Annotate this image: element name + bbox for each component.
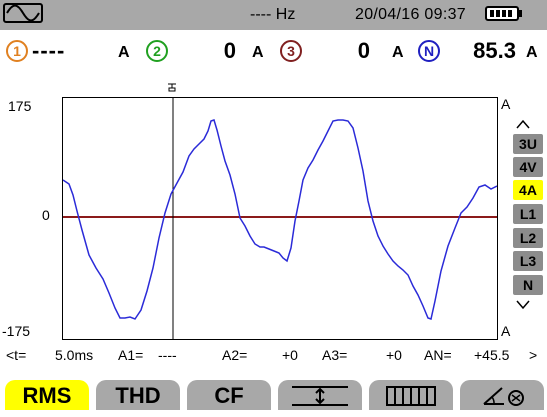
channel-3-value: 0 — [357, 38, 370, 63]
phase-angle-button[interactable] — [460, 380, 544, 410]
selector-l1[interactable]: L1 — [513, 204, 543, 224]
battery-tip — [519, 10, 522, 17]
waveform-plot[interactable] — [62, 97, 498, 340]
channel-2-unit: A — [252, 44, 264, 61]
readout-an-label: AN= — [424, 347, 452, 363]
readout-a3-value: +0 — [386, 347, 402, 363]
phase-angle-icon — [483, 387, 524, 406]
table-view-button[interactable] — [369, 380, 453, 410]
function-keys: RMS THD CF — [0, 378, 547, 412]
selector-n[interactable]: N — [513, 275, 543, 295]
selector-3u[interactable]: 3U — [513, 134, 543, 154]
cursor-readout: <t= 5.0ms A1= ---- A2= +0 A3= +0 AN= +45… — [0, 345, 547, 365]
selector-4a[interactable]: 4A — [513, 180, 543, 200]
date-time: 20/04/16 09:37 — [355, 6, 466, 23]
selector-up-icon[interactable] — [516, 116, 530, 132]
channel-n-value: 85.3 — [473, 38, 516, 63]
channel-3-icon: 3 — [280, 40, 302, 62]
channel-2-value: 0 — [223, 38, 236, 63]
waveform-mode-icon[interactable] — [3, 3, 43, 23]
channel-1-unit: A — [118, 44, 130, 61]
cf-button[interactable]: CF — [187, 380, 271, 410]
cursor-marker-icon[interactable] — [166, 82, 178, 97]
y-axis-min: -175 — [2, 323, 31, 339]
table-view-icon — [386, 386, 436, 406]
readout-a2-value: +0 — [282, 347, 298, 363]
channel-readings: 1 ---- A 2 0 A 3 0 A N 85.3 A — [0, 34, 547, 70]
channel-2-icon: 2 — [146, 40, 168, 62]
selector-4v[interactable]: 4V — [513, 157, 543, 177]
readout-t-value: 5.0ms — [55, 347, 94, 363]
unit-top: A — [501, 96, 511, 112]
status-bar: ---- Hz 20/04/16 09:37 — [0, 0, 547, 30]
unit-bottom: A — [501, 323, 511, 339]
waveform-svg — [62, 98, 498, 339]
readout-a1-value: ---- — [158, 347, 177, 363]
battery-icon — [485, 6, 519, 21]
readout-a2-label: A2= — [222, 347, 248, 363]
zoom-scale-button[interactable] — [278, 380, 362, 410]
frequency-readout: ---- Hz — [250, 6, 296, 23]
zoom-scale-icon — [292, 386, 348, 406]
y-axis-zero: 0 — [42, 207, 50, 223]
readout-a1-label: A1= — [118, 347, 144, 363]
channel-n-unit: A — [526, 44, 538, 61]
readout-t-label[interactable]: <t= — [6, 347, 26, 363]
channel-1-icon: 1 — [6, 40, 28, 62]
rms-button[interactable]: RMS — [5, 380, 89, 410]
channel-n-icon: N — [418, 40, 440, 62]
selector-l2[interactable]: L2 — [513, 228, 543, 248]
selector-l3[interactable]: L3 — [513, 251, 543, 271]
readout-an-value: +45.5 — [474, 347, 510, 363]
readout-next[interactable]: > — [529, 347, 537, 363]
thd-button[interactable]: THD — [96, 380, 180, 410]
readout-a3-label: A3= — [322, 347, 348, 363]
current-trace — [62, 119, 498, 320]
y-axis-max: 175 — [8, 98, 32, 114]
selector-down-icon[interactable] — [516, 297, 530, 313]
channel-3-unit: A — [392, 44, 404, 61]
channel-1-value: ---- — [32, 38, 66, 63]
